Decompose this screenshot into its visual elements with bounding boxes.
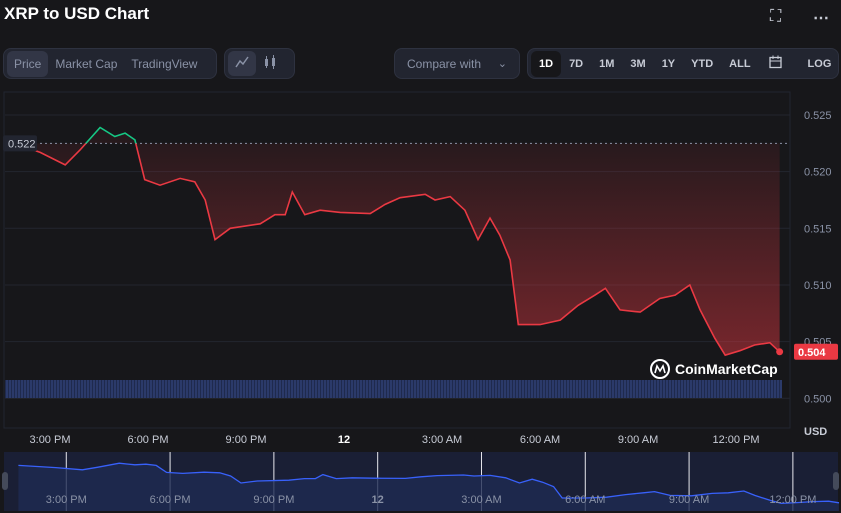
y-tick-label: 0.500 [804, 393, 832, 405]
coinmarketcap-watermark: CoinMarketCap [650, 359, 778, 379]
navigator-tick-label: 3:00 PM [46, 494, 87, 506]
tab-price[interactable]: Price [7, 50, 49, 77]
compare-with-select[interactable]: Compare with ⌄ [394, 48, 520, 79]
navigator-tick-label: 12:00 PM [769, 494, 816, 506]
tab-tradingview[interactable]: TradingView [124, 51, 204, 77]
y-axis-unit: USD [804, 426, 827, 438]
x-tick-label: 9:00 PM [226, 434, 267, 446]
x-tick-label: 12:00 PM [713, 434, 760, 446]
x-tick-label: 3:00 AM [422, 434, 462, 446]
compare-placeholder: Compare with [407, 56, 482, 71]
navigator-tick-label: 6:00 PM [150, 494, 191, 506]
range-7d[interactable]: 7D [561, 51, 591, 77]
y-tick-label: 0.520 [804, 167, 832, 179]
x-tick-label: 9:00 AM [618, 434, 658, 446]
expand-icon[interactable]: ⛶ [770, 8, 781, 26]
watermark-text: CoinMarketCap [675, 361, 778, 377]
calendar-icon[interactable] [759, 50, 792, 77]
open-price-label: 0.522 [3, 135, 37, 152]
navigator-tick-label: 3:00 AM [461, 494, 501, 506]
y-tick-label: 0.505 [804, 337, 832, 349]
candlestick-icon[interactable] [256, 51, 284, 76]
price-line-down [12, 143, 781, 357]
last-price-text: 0.504 [798, 347, 826, 359]
chart-type-group [224, 48, 295, 79]
y-tick-label: 0.525 [804, 110, 832, 122]
navigator-left-handle[interactable] [2, 472, 8, 490]
range-ytd[interactable]: YTD [683, 51, 721, 77]
x-tick-label: 6:00 AM [520, 434, 560, 446]
log-toggle[interactable]: LOG [800, 51, 840, 77]
range-3m[interactable]: 3M [622, 51, 653, 77]
navigator-tick-label: 9:00 AM [669, 494, 709, 506]
y-tick-label: 0.515 [804, 223, 832, 235]
line-chart-icon[interactable] [228, 51, 256, 76]
volume-bars [5, 380, 782, 398]
more-horizontal-icon[interactable]: ⋯ [813, 8, 829, 28]
navigator-tick-label: 6:00 AM [565, 494, 605, 506]
range-all[interactable]: ALL [721, 51, 758, 77]
navigator[interactable]: 3:00 PM 6:00 PM 9:00 PM 12 3:00 AM 6:00 AM 9:0… [2, 452, 840, 511]
x-tick-label: 3:00 PM [30, 434, 71, 446]
tab-market-cap[interactable]: Market Cap [48, 51, 124, 77]
chevron-down-icon: ⌄ [497, 58, 507, 70]
range-1y[interactable]: 1Y [654, 51, 683, 77]
price-line-up [4, 126, 137, 144]
price-area [4, 127, 780, 356]
view-tabs: Price Market Cap TradingView [3, 48, 217, 79]
navigator-right-handle[interactable] [833, 472, 839, 490]
open-price-text: 0.522 [8, 138, 36, 150]
range-group: 1D 7D 1M 3M 1Y YTD ALL LOG [527, 48, 839, 79]
range-1m[interactable]: 1M [591, 51, 622, 77]
range-1d[interactable]: 1D [531, 50, 562, 77]
page-title: XRP to USD Chart [4, 4, 150, 23]
navigator-tick-label: 9:00 PM [253, 494, 294, 506]
last-price-dot [776, 348, 784, 356]
last-price-label: 0.504 [794, 343, 838, 360]
x-tick-label: 6:00 PM [128, 434, 169, 446]
plot-frame [3, 91, 791, 429]
y-tick-label: 0.510 [804, 280, 832, 292]
x-tick-label: 12 [338, 434, 350, 446]
navigator-tick-label: 12 [372, 494, 384, 506]
